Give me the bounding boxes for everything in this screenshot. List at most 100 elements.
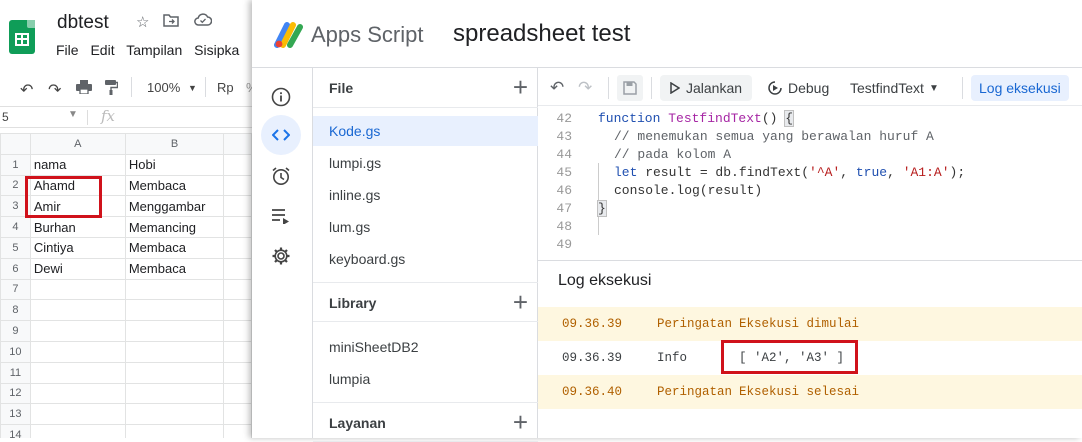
cell-a[interactable] [29, 340, 126, 363]
cell-b[interactable]: Menggambar [124, 195, 225, 218]
cell-a[interactable]: nama [29, 153, 126, 176]
move-folder-icon[interactable] [163, 13, 179, 31]
redo-icon[interactable]: ↷ [48, 80, 61, 100]
add-file-plus-icon[interactable]: + [513, 72, 528, 103]
debug-button[interactable]: Debug [767, 75, 829, 101]
print-icon[interactable] [76, 80, 92, 97]
cell-c[interactable] [223, 299, 252, 322]
row-number[interactable]: 8 [0, 299, 31, 322]
cell-a[interactable] [29, 424, 126, 438]
cell-b[interactable] [124, 382, 225, 405]
row-number[interactable]: 4 [0, 216, 31, 238]
name-box[interactable]: 5 [2, 110, 9, 124]
log-row: 09.36.40 Peringatan Eksekusi selesai [538, 375, 1082, 409]
row-number[interactable]: 10 [0, 340, 31, 363]
add-service-plus-icon[interactable]: + [513, 407, 528, 438]
cell-b[interactable] [124, 361, 225, 384]
row-number[interactable]: 1 [0, 153, 31, 176]
cell-a[interactable] [29, 361, 126, 384]
name-box-dropdown-icon[interactable]: ▼ [68, 109, 78, 120]
row-number[interactable]: 11 [0, 361, 31, 384]
select-all-corner[interactable] [0, 133, 31, 155]
cell-c[interactable] [223, 174, 252, 197]
sheets-logo-icon[interactable] [9, 20, 35, 54]
cell-c[interactable] [223, 153, 252, 176]
row-number[interactable]: 12 [0, 382, 31, 405]
zoom-select[interactable]: 100% [147, 80, 180, 95]
cell-a[interactable]: Cintiya [29, 236, 126, 259]
cell-c[interactable] [223, 195, 252, 218]
cell-b[interactable] [124, 278, 225, 301]
cell-a[interactable] [29, 278, 126, 301]
cell-c[interactable] [223, 216, 252, 238]
settings-gear-icon[interactable] [266, 241, 296, 271]
menu-insert[interactable]: Sisipka [194, 42, 239, 58]
add-library-plus-icon[interactable]: + [513, 287, 528, 318]
cell-b[interactable]: Hobi [124, 153, 225, 176]
cell-c[interactable] [223, 320, 252, 342]
menu-edit[interactable]: Edit [90, 42, 114, 58]
column-header-a[interactable]: A [29, 133, 126, 155]
project-title[interactable]: spreadsheet test [453, 20, 630, 48]
cell-b[interactable] [124, 403, 225, 426]
cell-c[interactable] [223, 340, 252, 363]
execution-log-button[interactable]: Log eksekusi [971, 75, 1069, 101]
row-number[interactable]: 6 [0, 257, 31, 280]
cell-b[interactable] [124, 299, 225, 322]
editor-code-icon[interactable] [261, 115, 301, 155]
row-number[interactable]: 7 [0, 278, 31, 301]
file-item-lumpi[interactable]: lumpi.gs [313, 148, 538, 178]
cell-b[interactable]: Membaca [124, 257, 225, 280]
cell-b[interactable] [124, 424, 225, 438]
cell-c[interactable] [223, 257, 252, 280]
cell-b[interactable] [124, 340, 225, 363]
cell-a[interactable] [29, 320, 126, 342]
cell-c[interactable] [223, 278, 252, 301]
cloud-status-icon[interactable] [194, 13, 213, 30]
row-number[interactable]: 5 [0, 236, 31, 259]
cell-c[interactable] [223, 382, 252, 405]
cell-a[interactable] [29, 299, 126, 322]
cell-c[interactable] [223, 424, 252, 438]
file-item-kode[interactable]: Kode.gs [313, 116, 538, 146]
cell-c[interactable] [223, 361, 252, 384]
cell-b[interactable] [124, 320, 225, 342]
zoom-dropdown-icon[interactable]: ▼ [188, 83, 197, 93]
triggers-alarm-icon[interactable] [266, 161, 296, 191]
library-item-lumpia[interactable]: lumpia [313, 364, 538, 394]
cell-b[interactable]: Memancing [124, 216, 225, 238]
spreadsheet-title[interactable]: dbtest [57, 12, 109, 34]
column-header-c[interactable] [223, 133, 252, 155]
library-item-minisheetdb2[interactable]: miniSheetDB2 [313, 332, 538, 362]
save-icon[interactable] [617, 75, 643, 101]
column-header-b[interactable]: B [124, 133, 225, 155]
row-number[interactable]: 9 [0, 320, 31, 342]
overview-info-icon[interactable] [266, 82, 296, 112]
cell-a[interactable] [29, 382, 126, 405]
menu-file[interactable]: File [56, 42, 79, 58]
cell-b[interactable]: Membaca [124, 236, 225, 259]
function-select[interactable]: TestfindText ▼ [850, 75, 939, 101]
file-item-lum[interactable]: lum.gs [313, 212, 538, 242]
cell-c[interactable] [223, 236, 252, 259]
apps-script-logo-icon[interactable] [273, 19, 307, 49]
undo-icon[interactable]: ↶ [550, 75, 564, 101]
code-editor[interactable]: 42 function TestfindText() { 43// menemuk… [538, 108, 1082, 258]
file-item-keyboard[interactable]: keyboard.gs [313, 244, 538, 274]
run-button[interactable]: Jalankan [660, 75, 753, 101]
cell-c[interactable] [223, 403, 252, 426]
redo-icon[interactable]: ↷ [578, 75, 592, 101]
cell-a[interactable]: Dewi [29, 257, 126, 280]
row-number[interactable]: 14 [0, 424, 31, 438]
currency-format-button[interactable]: Rp [217, 80, 234, 95]
undo-icon[interactable]: ↶ [20, 80, 33, 100]
cell-b[interactable]: Membaca [124, 174, 225, 197]
paint-format-icon[interactable] [104, 80, 119, 98]
cell-a[interactable] [29, 403, 126, 426]
row-number[interactable]: 13 [0, 403, 31, 426]
star-icon[interactable]: ☆ [136, 13, 149, 31]
executions-list-icon[interactable] [266, 201, 296, 231]
menu-view[interactable]: Tampilan [126, 42, 182, 58]
cell-a[interactable]: Burhan [29, 216, 126, 238]
file-item-inline[interactable]: inline.gs [313, 180, 538, 210]
